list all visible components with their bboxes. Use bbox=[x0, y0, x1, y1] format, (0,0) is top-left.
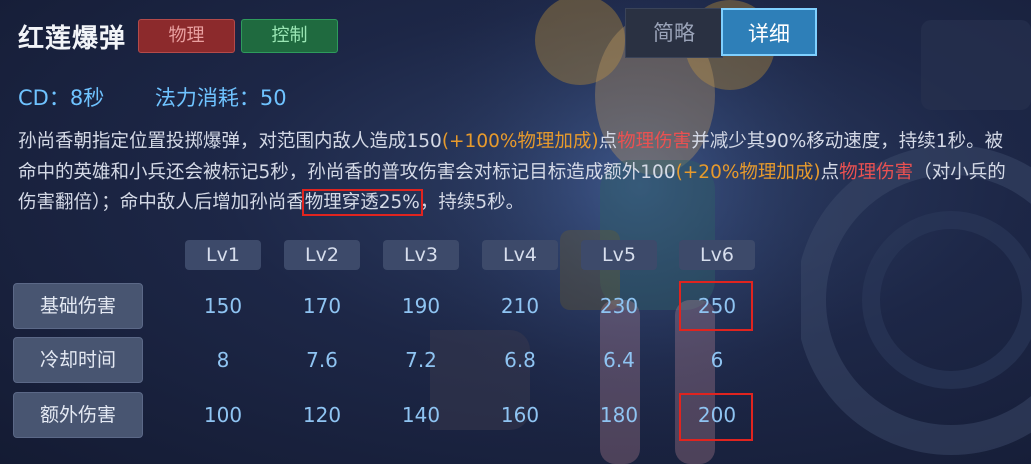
table-cell: 7.2 bbox=[405, 348, 437, 372]
table-cell: 6.4 bbox=[603, 348, 635, 372]
level-header: Lv5 bbox=[581, 240, 657, 270]
level-header: Lv6 bbox=[679, 240, 755, 270]
highlight-box bbox=[679, 393, 753, 441]
table-cell: 140 bbox=[401, 403, 441, 427]
highlight-box bbox=[679, 281, 753, 331]
table-cell: 8 bbox=[216, 348, 230, 372]
tag-control: 控制 bbox=[241, 19, 338, 53]
desc-scaling: (+100%物理加成) bbox=[441, 131, 599, 152]
desc-damage-type: 物理伤害 bbox=[839, 161, 914, 183]
level-header: Lv1 bbox=[185, 240, 261, 270]
brief-view-button[interactable]: 简略 bbox=[625, 8, 723, 58]
table-cell: 210 bbox=[500, 294, 540, 318]
row-label-base-damage: 基础伤害 bbox=[13, 283, 143, 329]
cooldown-stat: CD：8秒 bbox=[18, 86, 105, 110]
skill-description: 孙尚香朝指定位置投掷爆弹，对范围内敌人造成150(+100%物理加成)点物理伤害… bbox=[18, 127, 1018, 219]
detail-view-button[interactable]: 详细 bbox=[721, 8, 817, 56]
desc-damage-type: 物理伤害 bbox=[617, 131, 692, 152]
desc-text: 点 bbox=[598, 131, 618, 152]
table-cell: 160 bbox=[500, 403, 540, 427]
table-cell: 7.6 bbox=[306, 348, 338, 372]
desc-penetration-highlight: 物理穿透25% bbox=[301, 189, 423, 216]
row-label-extra-damage: 额外伤害 bbox=[13, 392, 143, 438]
table-cell: 170 bbox=[302, 294, 342, 318]
skill-name: 红莲爆弹 bbox=[18, 24, 127, 54]
background-machinery bbox=[801, 20, 1031, 455]
desc-text: ，持续5秒。 bbox=[419, 192, 525, 213]
desc-text: 孙尚香朝指定位置投掷爆弹，对范围内敌人造成150 bbox=[18, 131, 442, 152]
table-cell: 100 bbox=[203, 403, 243, 427]
table-cell: 120 bbox=[302, 403, 342, 427]
table-cell: 150 bbox=[203, 294, 243, 318]
desc-scaling: (+20%物理加成) bbox=[675, 161, 821, 183]
table-cell: 230 bbox=[599, 294, 639, 318]
level-header: Lv4 bbox=[482, 240, 558, 270]
table-cell: 180 bbox=[599, 403, 639, 427]
tag-physical: 物理 bbox=[138, 19, 235, 53]
table-cell: 6 bbox=[710, 348, 724, 372]
level-header: Lv3 bbox=[383, 240, 459, 270]
desc-text: 点 bbox=[820, 161, 840, 183]
table-cell: 6.8 bbox=[504, 348, 536, 372]
table-cell: 190 bbox=[401, 294, 441, 318]
row-label-cooldown: 冷却时间 bbox=[13, 337, 143, 383]
skill-stats: CD：8秒 法力消耗：50 bbox=[18, 82, 331, 112]
level-header: Lv2 bbox=[284, 240, 360, 270]
hero-artwork bbox=[430, 0, 850, 464]
mana-cost-stat: 法力消耗：50 bbox=[154, 86, 287, 110]
